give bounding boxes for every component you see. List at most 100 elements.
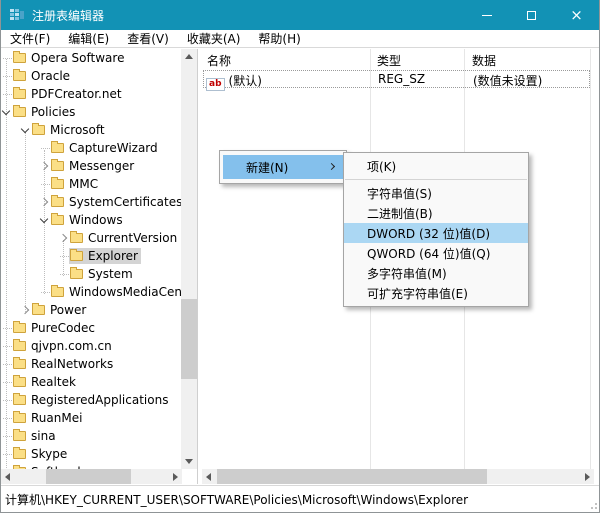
expander-icon[interactable] — [1, 393, 12, 407]
submenu-item[interactable]: DWORD (32 位)值(D) — [344, 223, 528, 243]
menubar-item[interactable]: 查看(V) — [118, 30, 178, 48]
menubar-item[interactable]: 帮助(H) — [249, 30, 309, 48]
expander-icon[interactable] — [57, 267, 69, 281]
submenu-item[interactable]: QWORD (64 位)值(Q) — [344, 243, 528, 263]
tree-item-label: RuanMei — [31, 411, 82, 425]
tree-item[interactable]: Policies — [1, 103, 182, 121]
menubar-item[interactable]: 文件(F) — [1, 30, 59, 48]
menubar-item[interactable]: 编辑(E) — [59, 30, 118, 48]
expander-icon[interactable] — [38, 141, 50, 155]
submenu-item[interactable]: 项(K) — [344, 156, 528, 176]
tree-item-label: CaptureWizard — [69, 141, 158, 155]
tree-item-label: PureCodec — [31, 321, 95, 335]
tree-item[interactable]: PureCodec — [1, 319, 182, 337]
maximize-button[interactable] — [509, 0, 554, 30]
tree-item[interactable]: Explorer — [1, 247, 182, 265]
statusbar: 计算机\HKEY_CURRENT_USER\SOFTWARE\Policies\… — [1, 485, 599, 512]
expander-icon[interactable] — [38, 285, 50, 299]
expander-icon[interactable] — [1, 105, 12, 119]
tree-item[interactable]: WindowsMediaCenter — [1, 283, 182, 301]
tree-item[interactable]: Oracle — [1, 67, 182, 85]
expander-icon[interactable] — [57, 249, 69, 263]
tree-item-label: RealNetworks — [31, 357, 113, 371]
tree-item[interactable]: Messenger — [1, 157, 182, 175]
scroll-left-icon[interactable] — [206, 473, 211, 481]
expander-icon[interactable] — [1, 321, 12, 335]
tree-horizontal-scrollbar[interactable] — [1, 469, 182, 484]
tree-item[interactable]: qjvpn.com.cn — [1, 337, 182, 355]
tree-item[interactable]: Power — [1, 301, 182, 319]
expander-icon[interactable] — [1, 87, 12, 101]
context-menu-item-new[interactable]: 新建(N) — [223, 155, 343, 179]
titlebar: 注册表编辑器 × — [1, 0, 599, 30]
submenu-item-label: 字符串值(S) — [367, 185, 432, 202]
tree-list: Opera Software Oracle — [1, 49, 182, 469]
expander-icon[interactable] — [1, 69, 12, 83]
value-row-default[interactable]: ab(默认) REG_SZ (数值未设置) — [203, 70, 590, 88]
tree-item[interactable]: SystemCertificates — [1, 193, 182, 211]
submenu-arrow-icon — [328, 163, 335, 170]
scroll-up-icon[interactable] — [185, 54, 193, 59]
tree-hscroll-thumb[interactable] — [46, 469, 131, 484]
submenu-item[interactable]: 二进制值(B) — [344, 203, 528, 223]
folder-icon — [51, 143, 64, 153]
close-button[interactable]: × — [554, 0, 599, 30]
expander-icon[interactable] — [1, 339, 12, 353]
tree-item[interactable]: Opera Software — [1, 49, 182, 67]
resize-grip-icon[interactable] — [587, 499, 597, 509]
tree-item[interactable]: Windows — [1, 211, 182, 229]
expander-icon[interactable] — [1, 411, 12, 425]
expander-icon[interactable] — [19, 123, 31, 137]
column-header-data[interactable]: 数据 — [472, 52, 496, 69]
tree-vertical-scrollbar[interactable] — [181, 49, 197, 469]
scroll-right-icon[interactable] — [173, 473, 178, 481]
registry-tree-pane: Opera Software Oracle — [1, 49, 198, 484]
tree-item-label: PDFCreator.net — [31, 87, 122, 101]
tree-item[interactable]: MMC — [1, 175, 182, 193]
folder-icon — [13, 53, 26, 63]
expander-icon[interactable] — [1, 51, 12, 65]
tree-item[interactable]: RealNetworks — [1, 355, 182, 373]
context-menu-item-label: 新建(N) — [246, 159, 288, 176]
expander-icon[interactable] — [1, 447, 12, 461]
scroll-left-icon[interactable] — [5, 473, 10, 481]
values-hscroll-thumb[interactable] — [217, 469, 487, 484]
value-data: (数值未设置) — [473, 72, 542, 89]
expander-icon[interactable] — [57, 231, 69, 245]
folder-icon — [13, 431, 26, 441]
submenu-item[interactable]: 多字符串值(M) — [344, 263, 528, 283]
column-header-name[interactable]: 名称 — [207, 52, 231, 69]
menubar-item-label: 查看(V) — [127, 30, 169, 47]
tree-item[interactable]: System — [1, 265, 182, 283]
values-horizontal-scrollbar[interactable] — [202, 469, 594, 484]
tree-vscroll-thumb[interactable] — [181, 299, 197, 379]
tree-item[interactable]: CurrentVersion — [1, 229, 182, 247]
folder-icon — [51, 287, 64, 297]
expander-icon[interactable] — [19, 303, 31, 317]
tree-item[interactable]: Microsoft — [1, 121, 182, 139]
tree-item[interactable]: PDFCreator.net — [1, 85, 182, 103]
tree-item[interactable]: Realtek — [1, 373, 182, 391]
expander-icon[interactable] — [38, 213, 50, 227]
expander-icon[interactable] — [38, 159, 50, 173]
submenu-item[interactable]: 字符串值(S) — [344, 183, 528, 203]
tree-item[interactable]: RuanMei — [1, 409, 182, 427]
tree-item[interactable]: CaptureWizard — [1, 139, 182, 157]
tree-item[interactable]: Skype — [1, 445, 182, 463]
tree-item[interactable]: sina — [1, 427, 182, 445]
expander-icon[interactable] — [1, 357, 12, 371]
minimize-button[interactable] — [464, 0, 509, 30]
folder-icon — [13, 413, 26, 423]
column-header-type[interactable]: 类型 — [377, 52, 401, 69]
tree-item-label: Skype — [31, 447, 67, 461]
scroll-right-icon[interactable] — [585, 473, 590, 481]
submenu-item[interactable]: 可扩充字符串值(E) — [344, 283, 528, 303]
expander-icon[interactable] — [38, 177, 50, 191]
expander-icon[interactable] — [1, 429, 12, 443]
scroll-down-icon[interactable] — [185, 459, 193, 464]
menubar-item[interactable]: 收藏夹(A) — [178, 30, 250, 48]
tree-item[interactable]: RegisteredApplications — [1, 391, 182, 409]
expander-icon[interactable] — [38, 195, 50, 209]
expander-icon[interactable] — [1, 375, 12, 389]
regedit-app-icon — [9, 7, 25, 23]
